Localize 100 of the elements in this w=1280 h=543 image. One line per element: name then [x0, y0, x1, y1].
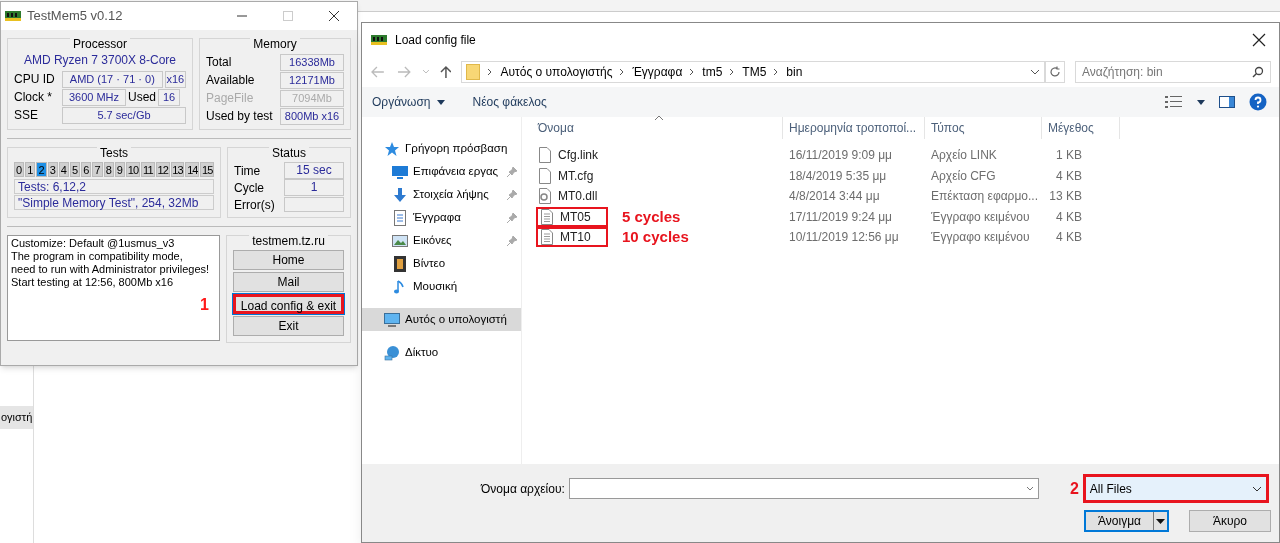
filetype-dropdown[interactable]: All Files	[1082, 474, 1269, 503]
test-toggle[interactable]: 9	[114, 162, 126, 177]
breadcrumb-item[interactable]: tm5	[702, 63, 723, 81]
value-field: 1	[284, 179, 344, 196]
test-toggle[interactable]: 7	[92, 162, 103, 177]
chevron-down-icon	[1025, 486, 1034, 492]
test-toggle[interactable]: 13	[170, 162, 185, 177]
monitor-icon	[392, 163, 408, 180]
caret-icon	[1156, 518, 1165, 524]
chevron-down-icon	[421, 69, 430, 75]
test-toggle[interactable]: 4	[58, 162, 69, 177]
info-field: "Simple Memory Test", 254, 32Mb	[14, 195, 214, 210]
toolbar-button[interactable]: Νέος φάκελος	[472, 93, 547, 111]
table-cell-text: Αρχείο CFG	[930, 167, 997, 185]
folder-icon	[466, 64, 481, 80]
sidebar-item[interactable]: Μουσική	[362, 275, 458, 298]
app-button[interactable]: Load config & exit	[233, 294, 344, 314]
file-name[interactable]: Cfg.link	[536, 145, 598, 166]
test-toggle[interactable]: 2	[36, 162, 47, 177]
column-header[interactable]: Τύπος	[925, 117, 1042, 139]
cancel-button[interactable]: Άκυρο	[1189, 510, 1271, 532]
test-toggle[interactable]: 11	[140, 162, 155, 177]
group-title: Processor	[70, 37, 130, 51]
file-name[interactable]: MT.cfg	[536, 165, 594, 186]
refresh-icon	[1049, 66, 1062, 78]
group-title: Tests	[97, 146, 131, 160]
app-button[interactable]: Mail	[233, 272, 344, 292]
sidebar-item[interactable]: Επιφάνεια εργας	[362, 160, 499, 183]
test-toggle[interactable]: 12	[155, 162, 170, 177]
chevron-down-icon	[1030, 69, 1041, 75]
sidebar-item[interactable]: Δίκτυο	[362, 341, 439, 364]
search-field[interactable]: Αναζήτηση: bin	[1075, 61, 1271, 83]
app-button[interactable]: Exit	[233, 316, 344, 336]
gear-file-icon	[538, 188, 552, 205]
value-field: 16	[158, 88, 180, 106]
column-header[interactable]: Όνομα	[532, 117, 783, 139]
test-toggle[interactable]: 6	[81, 162, 92, 177]
help-icon	[1249, 93, 1267, 111]
address-bar[interactable]: Αυτός ο υπολογιστής Έγγραφα tm5 TM5 bin	[461, 61, 1046, 83]
sort-chevron-icon	[654, 115, 664, 121]
sidebar-item[interactable]: Γρήγορη πρόσβαση	[362, 137, 508, 160]
sidebar-item[interactable]: Στοιχεία λήψης	[362, 183, 489, 206]
value-field: 5.7 sec/Gb	[62, 106, 186, 124]
test-toggle[interactable]: 1	[25, 162, 36, 177]
log-line: Customize: Default @1usmus_v3	[11, 237, 176, 250]
annotation-note: 10 cycles	[622, 227, 689, 247]
up-arrow-icon	[439, 65, 452, 79]
details-view-icon	[1165, 95, 1183, 109]
table-cell-text: 16/11/2019 9:09 μμ	[788, 147, 894, 165]
table-cell-text: 4 KB	[1055, 208, 1083, 226]
value-field: AMD (17 · 71 · 0)	[62, 70, 163, 88]
field-label: CPU ID	[14, 71, 56, 88]
breadcrumb-item[interactable]: TM5	[742, 63, 767, 81]
test-toggle[interactable]: 15	[200, 162, 215, 177]
group-title: Memory	[250, 37, 300, 51]
table-cell-text: Αρχείο LINK	[930, 147, 998, 165]
breadcrumb-item[interactable]: Αυτός ο υπολογιστής	[500, 63, 613, 81]
close-icon[interactable]	[1251, 32, 1267, 48]
open-split-button[interactable]: Άνοιγμα	[1084, 510, 1169, 532]
test-toggle[interactable]: 8	[103, 162, 114, 177]
toolbar-button[interactable]: Οργάνωση	[372, 93, 445, 111]
sidebar-item[interactable]: Εικόνες	[362, 229, 452, 252]
field-label: PageFile	[206, 90, 255, 107]
value-field: 800Mb x16	[280, 107, 344, 125]
chevron-down-icon	[1251, 485, 1262, 492]
annotation-number: 2	[1068, 478, 1079, 499]
refresh-button[interactable]	[1045, 61, 1065, 83]
filename-field[interactable]	[568, 478, 1039, 499]
breadcrumb-item[interactable]: bin	[786, 63, 803, 81]
search-icon	[1252, 66, 1264, 78]
file-name[interactable]: MT0.dll	[536, 186, 598, 207]
app-button[interactable]: Home	[233, 250, 344, 270]
annotation-note: 5 cycles	[622, 206, 681, 227]
sidebar-item[interactable]: Βίντεο	[362, 252, 446, 275]
field-label: Cycle	[234, 179, 265, 197]
column-header[interactable]: Μέγεθος	[1042, 117, 1120, 139]
test-toggle[interactable]: 14	[185, 162, 200, 177]
chevron-right-icon	[487, 68, 494, 76]
field-label: SSE	[14, 107, 39, 124]
field-label: Όνομα αρχείου:	[481, 480, 565, 498]
test-toggle[interactable]: 3	[47, 162, 58, 177]
sidebar-item-fragment: ογιστή	[0, 406, 34, 429]
picture-icon	[392, 232, 408, 249]
test-toggle[interactable]: 0	[14, 162, 25, 177]
table-cell-text: Έγγραφο κειμένου	[930, 229, 1031, 247]
sidebar-item[interactable]: Έγγραφα	[362, 206, 461, 229]
chevron-right-icon	[619, 68, 626, 76]
value-field: 7094Mb	[280, 89, 344, 107]
field-label: Total	[206, 54, 233, 71]
memory-chip-icon	[371, 35, 387, 45]
test-toggle[interactable]: 10	[126, 162, 140, 177]
file-name[interactable]: MT10	[536, 227, 608, 248]
star-icon	[384, 140, 400, 157]
table-cell-text: 1 KB	[1055, 147, 1083, 165]
test-toggle[interactable]: 5	[70, 162, 81, 177]
breadcrumb-item[interactable]: Έγγραφα	[632, 63, 683, 81]
column-header[interactable]: Ημερομηνία τροποποί...	[783, 117, 925, 139]
file-name[interactable]: MT05	[536, 206, 608, 227]
table-cell-text: 10/11/2019 12:56 μμ	[788, 229, 900, 247]
preview-pane-icon	[1219, 96, 1235, 108]
